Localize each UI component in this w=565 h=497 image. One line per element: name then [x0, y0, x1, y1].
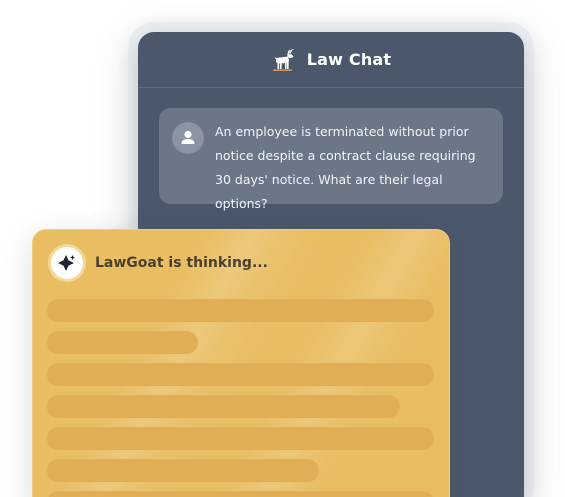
skeleton-line — [47, 331, 198, 354]
skeleton-line — [47, 299, 434, 322]
user-icon — [181, 130, 195, 144]
thinking-label: LawGoat is thinking... — [95, 255, 268, 271]
sparkle-icon — [58, 255, 75, 271]
skeleton-line — [47, 491, 434, 497]
user-message-bubble: An employee is terminated without prior … — [159, 108, 503, 211]
bot-avatar — [51, 247, 83, 279]
user-avatar — [172, 122, 204, 154]
skeleton-line — [47, 363, 434, 386]
user-message-text: An employee is terminated without prior … — [215, 124, 476, 211]
skeleton-line — [47, 427, 434, 450]
skeleton-line — [47, 395, 400, 418]
thinking-card: LawGoat is thinking... — [32, 229, 450, 497]
thinking-header: LawGoat is thinking... — [51, 247, 268, 279]
chat-header: Law Chat — [138, 32, 524, 88]
skeleton-line — [47, 459, 319, 482]
stage: Law Chat An employee is terminated witho… — [0, 0, 565, 497]
goat-icon — [271, 47, 297, 73]
chat-title: Law Chat — [306, 50, 392, 69]
